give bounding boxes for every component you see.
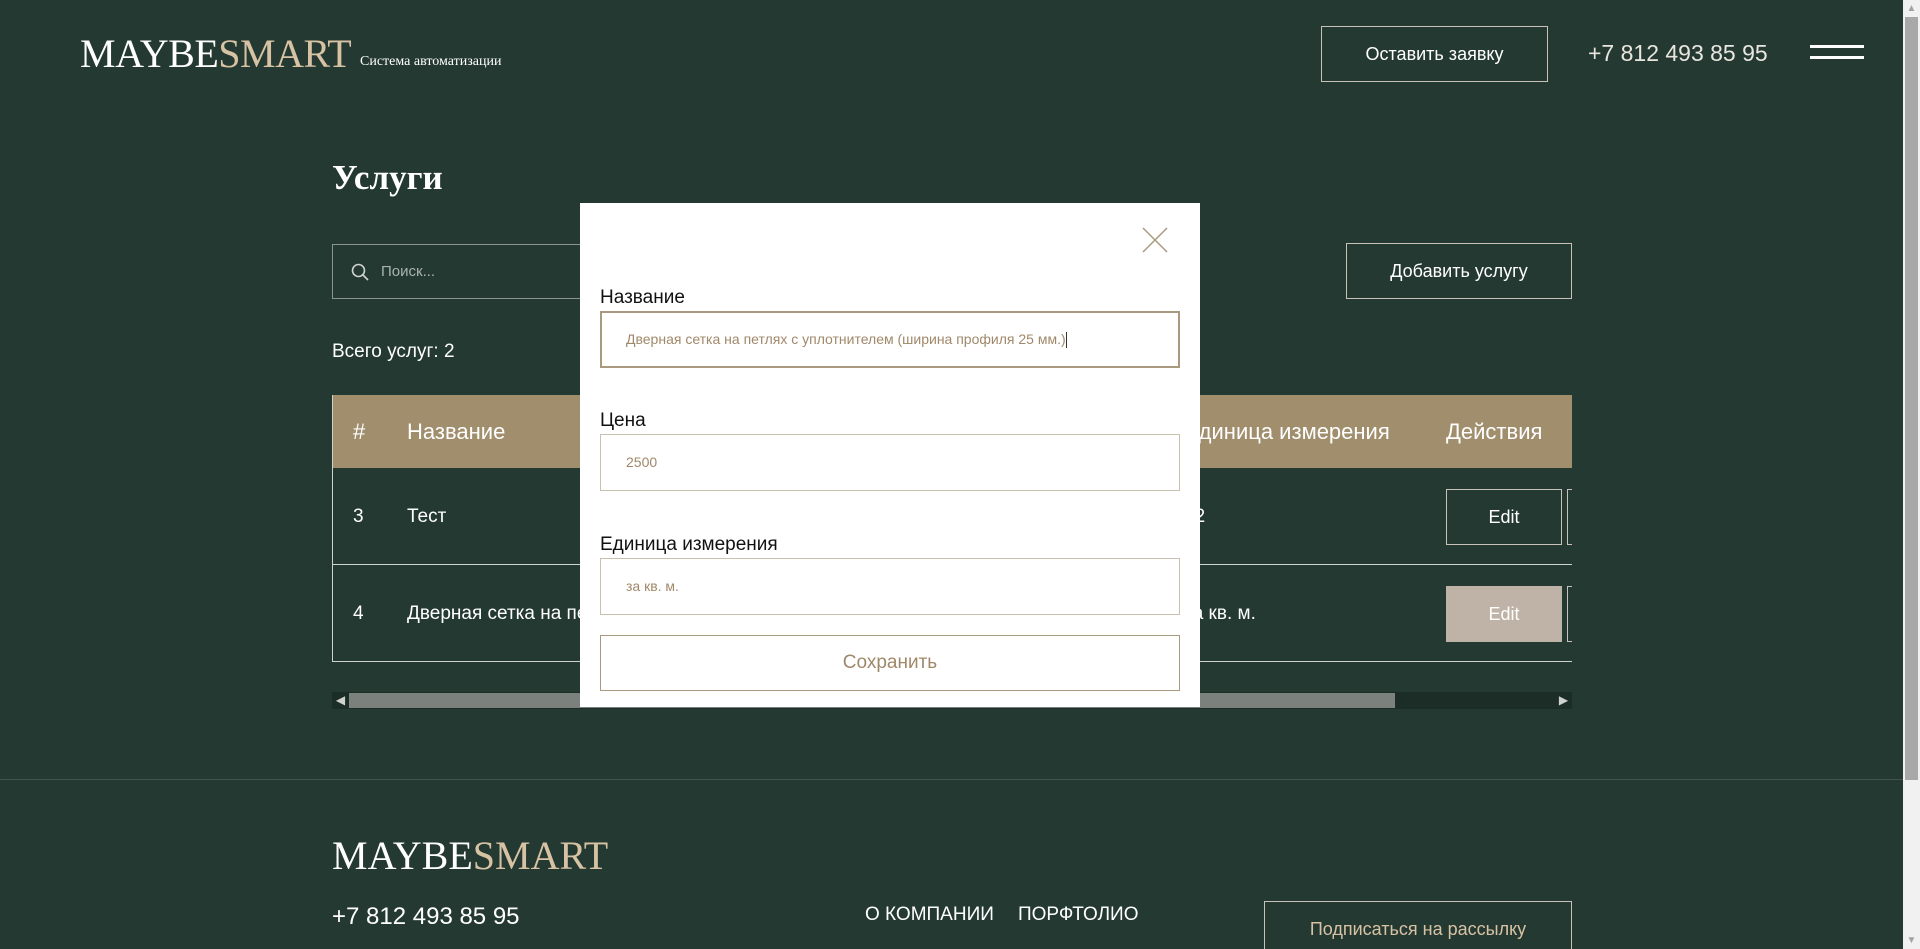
column-header-unit: Единица измерения: [1184, 419, 1390, 444]
row-id: 4: [353, 603, 364, 624]
price-field-value: 2500: [626, 454, 658, 470]
unit-field[interactable]: за кв. м.: [600, 558, 1180, 615]
column-header-name: Название: [407, 419, 506, 444]
site-header: MAYBESMART Система автоматизации Оставит…: [0, 0, 1903, 108]
name-field-value: Дверная сетка на петлях с уплотнителем (…: [626, 331, 1066, 347]
save-button[interactable]: Сохранить: [600, 635, 1180, 691]
price-field-label: Цена: [600, 410, 646, 431]
name-field-label: Название: [600, 287, 685, 308]
scroll-left-arrow-icon[interactable]: ◀: [332, 692, 349, 709]
scroll-down-arrow-icon[interactable]: ▼: [1903, 932, 1920, 949]
footer-logo-text-smart: SMART: [472, 833, 609, 878]
site-logo[interactable]: MAYBESMART: [80, 31, 352, 76]
price-field[interactable]: 2500: [600, 434, 1180, 491]
row-name: Тест: [407, 506, 447, 527]
delete-button[interactable]: [1567, 586, 1572, 642]
page-title: Услуги: [332, 158, 443, 197]
footer-logo-text-maybe: MAYBE: [332, 833, 473, 878]
unit-field-value: за кв. м.: [626, 578, 679, 594]
scroll-right-arrow-icon[interactable]: ▶: [1555, 692, 1572, 709]
text-caret: [1065, 332, 1067, 349]
column-header-actions: Действия: [1446, 419, 1543, 444]
header-phone[interactable]: +7 812 493 85 95: [1588, 40, 1768, 67]
page-vertical-scrollbar[interactable]: ▲ ▼: [1903, 0, 1920, 949]
page-scrollbar-thumb[interactable]: [1905, 17, 1918, 780]
logo-text-maybe: MAYBE: [80, 31, 219, 76]
services-total: Всего услуг: 2: [332, 341, 455, 362]
edit-service-modal: Название Дверная сетка на петлях с уплот…: [580, 203, 1200, 707]
scroll-up-arrow-icon[interactable]: ▲: [1903, 0, 1920, 17]
search-icon: [351, 263, 369, 281]
name-field[interactable]: Дверная сетка на петлях с уплотнителем (…: [600, 311, 1180, 368]
logo-text-smart: SMART: [218, 31, 352, 76]
close-icon[interactable]: [1140, 225, 1170, 255]
column-header-num: #: [353, 419, 366, 444]
footer-nav-portfolio[interactable]: ПОРФТОЛИО: [1018, 904, 1139, 926]
footer-nav-about[interactable]: О КОМПАНИИ: [865, 904, 994, 926]
add-service-button[interactable]: Добавить услугу: [1346, 243, 1572, 299]
subscribe-button[interactable]: Подписаться на рассылку: [1264, 901, 1572, 949]
site-tagline: Система автоматизации: [360, 54, 502, 69]
delete-button[interactable]: [1567, 489, 1572, 545]
row-id: 3: [353, 506, 364, 527]
unit-field-label: Единица измерения: [600, 534, 778, 555]
request-button[interactable]: Оставить заявку: [1321, 26, 1548, 82]
footer-phone[interactable]: +7 812 493 85 95: [332, 903, 520, 931]
footer-divider: [0, 779, 1903, 780]
edit-button[interactable]: Edit: [1446, 586, 1562, 642]
hamburger-menu-icon[interactable]: [1810, 45, 1864, 63]
edit-button[interactable]: Edit: [1446, 489, 1562, 545]
footer-logo[interactable]: MAYBESMART: [332, 834, 608, 878]
